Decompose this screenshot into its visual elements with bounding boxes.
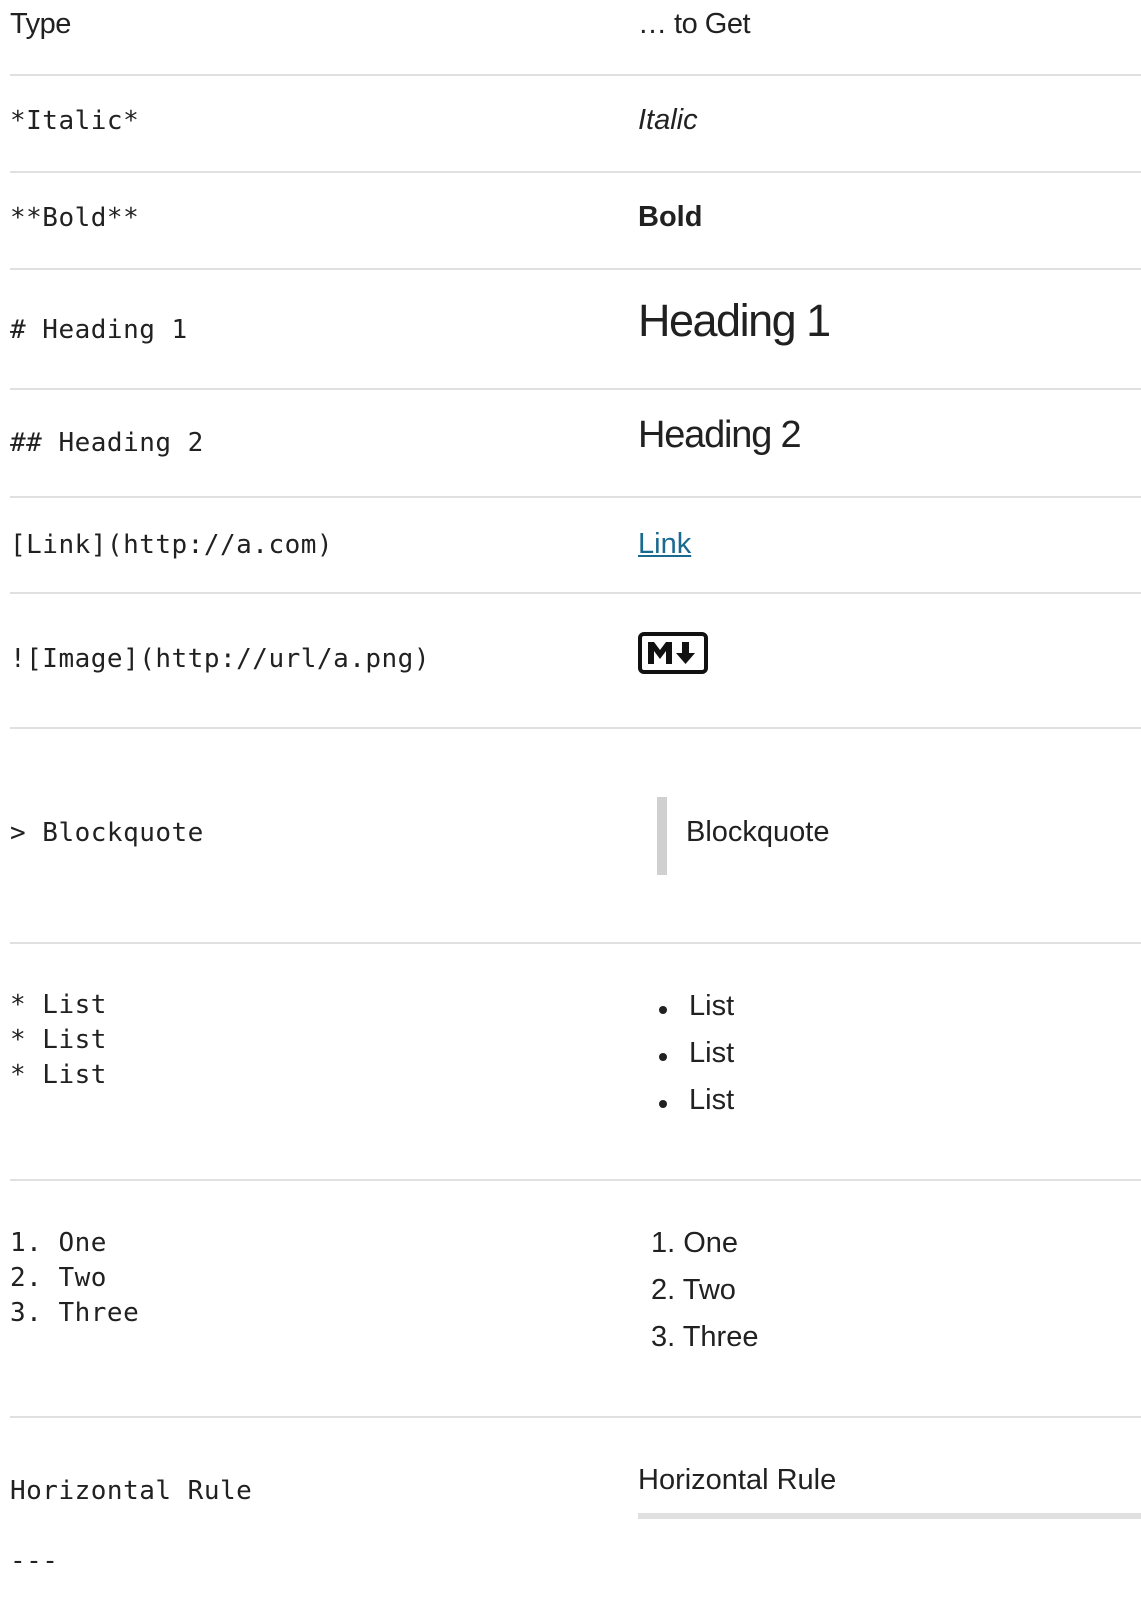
bullet-icon <box>659 1006 667 1014</box>
table-row: # Heading 1 Heading 1 <box>0 270 1141 388</box>
table-row: *Italic* Italic <box>0 76 1141 174</box>
result-list-item: List <box>689 1084 735 1116</box>
header-get: … to Get <box>638 8 751 40</box>
table-row: **Bold** Bold <box>0 173 1141 271</box>
result-horizontal-rule <box>638 1513 1141 1519</box>
syntax-bold: **Bold** <box>10 203 140 233</box>
syntax-image: ![Image](http://url/a.png) <box>10 644 430 674</box>
table-row: Horizontal Rule --- Horizontal Rule <box>0 1418 1141 1623</box>
table-row: ## Heading 2 Heading 2 <box>0 390 1141 496</box>
syntax-ordered-item: 3. Three <box>10 1298 140 1328</box>
table-row: ![Image](http://url/a.png) <box>0 594 1141 728</box>
syntax-horizontal-rule-dashes: --- <box>10 1546 59 1576</box>
syntax-list-item: * List <box>10 990 107 1020</box>
result-heading-1: Heading 1 <box>638 295 831 346</box>
table-row: 1. One 2. Two 3. Three 1. One 2. Two 3. … <box>0 1181 1141 1417</box>
table-row: [Link](http://a.com) Link <box>0 498 1141 594</box>
table-row: > Blockquote Blockquote <box>0 729 1141 943</box>
result-ordered-item: 1. One <box>651 1227 739 1259</box>
syntax-link: [Link](http://a.com) <box>10 530 334 560</box>
result-bold: Bold <box>638 201 703 233</box>
syntax-list-item: * List <box>10 1060 107 1090</box>
bullet-icon <box>659 1100 667 1108</box>
result-list-item: List <box>689 1037 735 1069</box>
result-ordered-item: 3. Three <box>651 1321 759 1353</box>
syntax-list-item: * List <box>10 1025 107 1055</box>
result-italic: Italic <box>638 104 698 136</box>
result-horizontal-rule-label: Horizontal Rule <box>638 1464 837 1496</box>
result-ordered-item: 2. Two <box>651 1274 736 1306</box>
syntax-italic: *Italic* <box>10 106 140 136</box>
syntax-ordered-item: 2. Two <box>10 1263 107 1293</box>
syntax-ordered-item: 1. One <box>10 1228 107 1258</box>
table-row: * List * List * List List List List <box>0 944 1141 1180</box>
result-list-item: List <box>689 990 735 1022</box>
markdown-logo-icon <box>638 632 708 679</box>
syntax-heading-1: # Heading 1 <box>10 315 188 345</box>
blockquote-bar <box>657 797 667 875</box>
header-type: Type <box>10 8 71 40</box>
result-link[interactable]: Link <box>638 528 691 561</box>
result-blockquote: Blockquote <box>686 816 830 848</box>
syntax-horizontal-rule-label: Horizontal Rule <box>10 1476 253 1506</box>
bullet-icon <box>659 1053 667 1061</box>
table-header: Type … to Get <box>0 0 1141 56</box>
syntax-heading-2: ## Heading 2 <box>10 428 204 458</box>
result-heading-2: Heading 2 <box>638 414 802 456</box>
syntax-blockquote: > Blockquote <box>10 818 204 848</box>
